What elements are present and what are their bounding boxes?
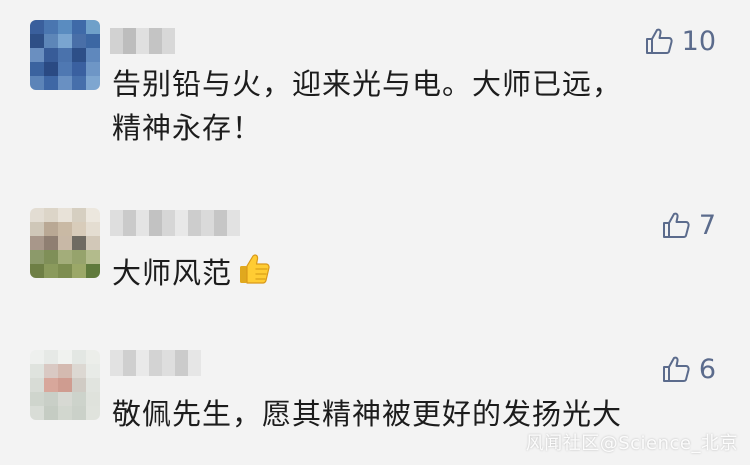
avatar[interactable] [30,20,100,90]
username-blurred[interactable] [110,210,240,236]
thumbs-up-icon [661,354,691,384]
avatar[interactable] [30,350,100,420]
watermark: 风闻社区@Science_北京 [525,433,738,454]
like-button[interactable]: 10 [644,26,716,56]
comment-text-line: 大师风范 [112,256,233,290]
comment-text-line: 敬佩先生，愿其精神被更好的发扬光大 [112,397,623,431]
comment-text-line: 告别铅与火，迎来光与电。大师已远， [112,67,623,101]
like-count: 10 [681,25,716,57]
username-blurred[interactable] [110,350,201,376]
username-blurred[interactable] [110,28,175,54]
like-button[interactable]: 7 [661,210,716,240]
like-count: 7 [698,209,716,241]
thumbs-up-emoji-icon [236,251,272,299]
like-button[interactable]: 6 [661,354,716,384]
comment-text-line: 精神永存！ [112,111,263,145]
thumbs-up-icon [661,210,691,240]
comment-text: 告别铅与火，迎来光与电。大师已远， 精神永存！ [112,62,622,150]
thumbs-up-icon [644,26,674,56]
avatar[interactable] [30,208,100,278]
comment-text: 大师风范 [112,251,272,299]
like-count: 6 [698,353,716,385]
comment-list: 10 告别铅与火，迎来光与电。大师已远， 精神永存！ 7 大师风范 6 敬佩先生… [0,0,750,465]
